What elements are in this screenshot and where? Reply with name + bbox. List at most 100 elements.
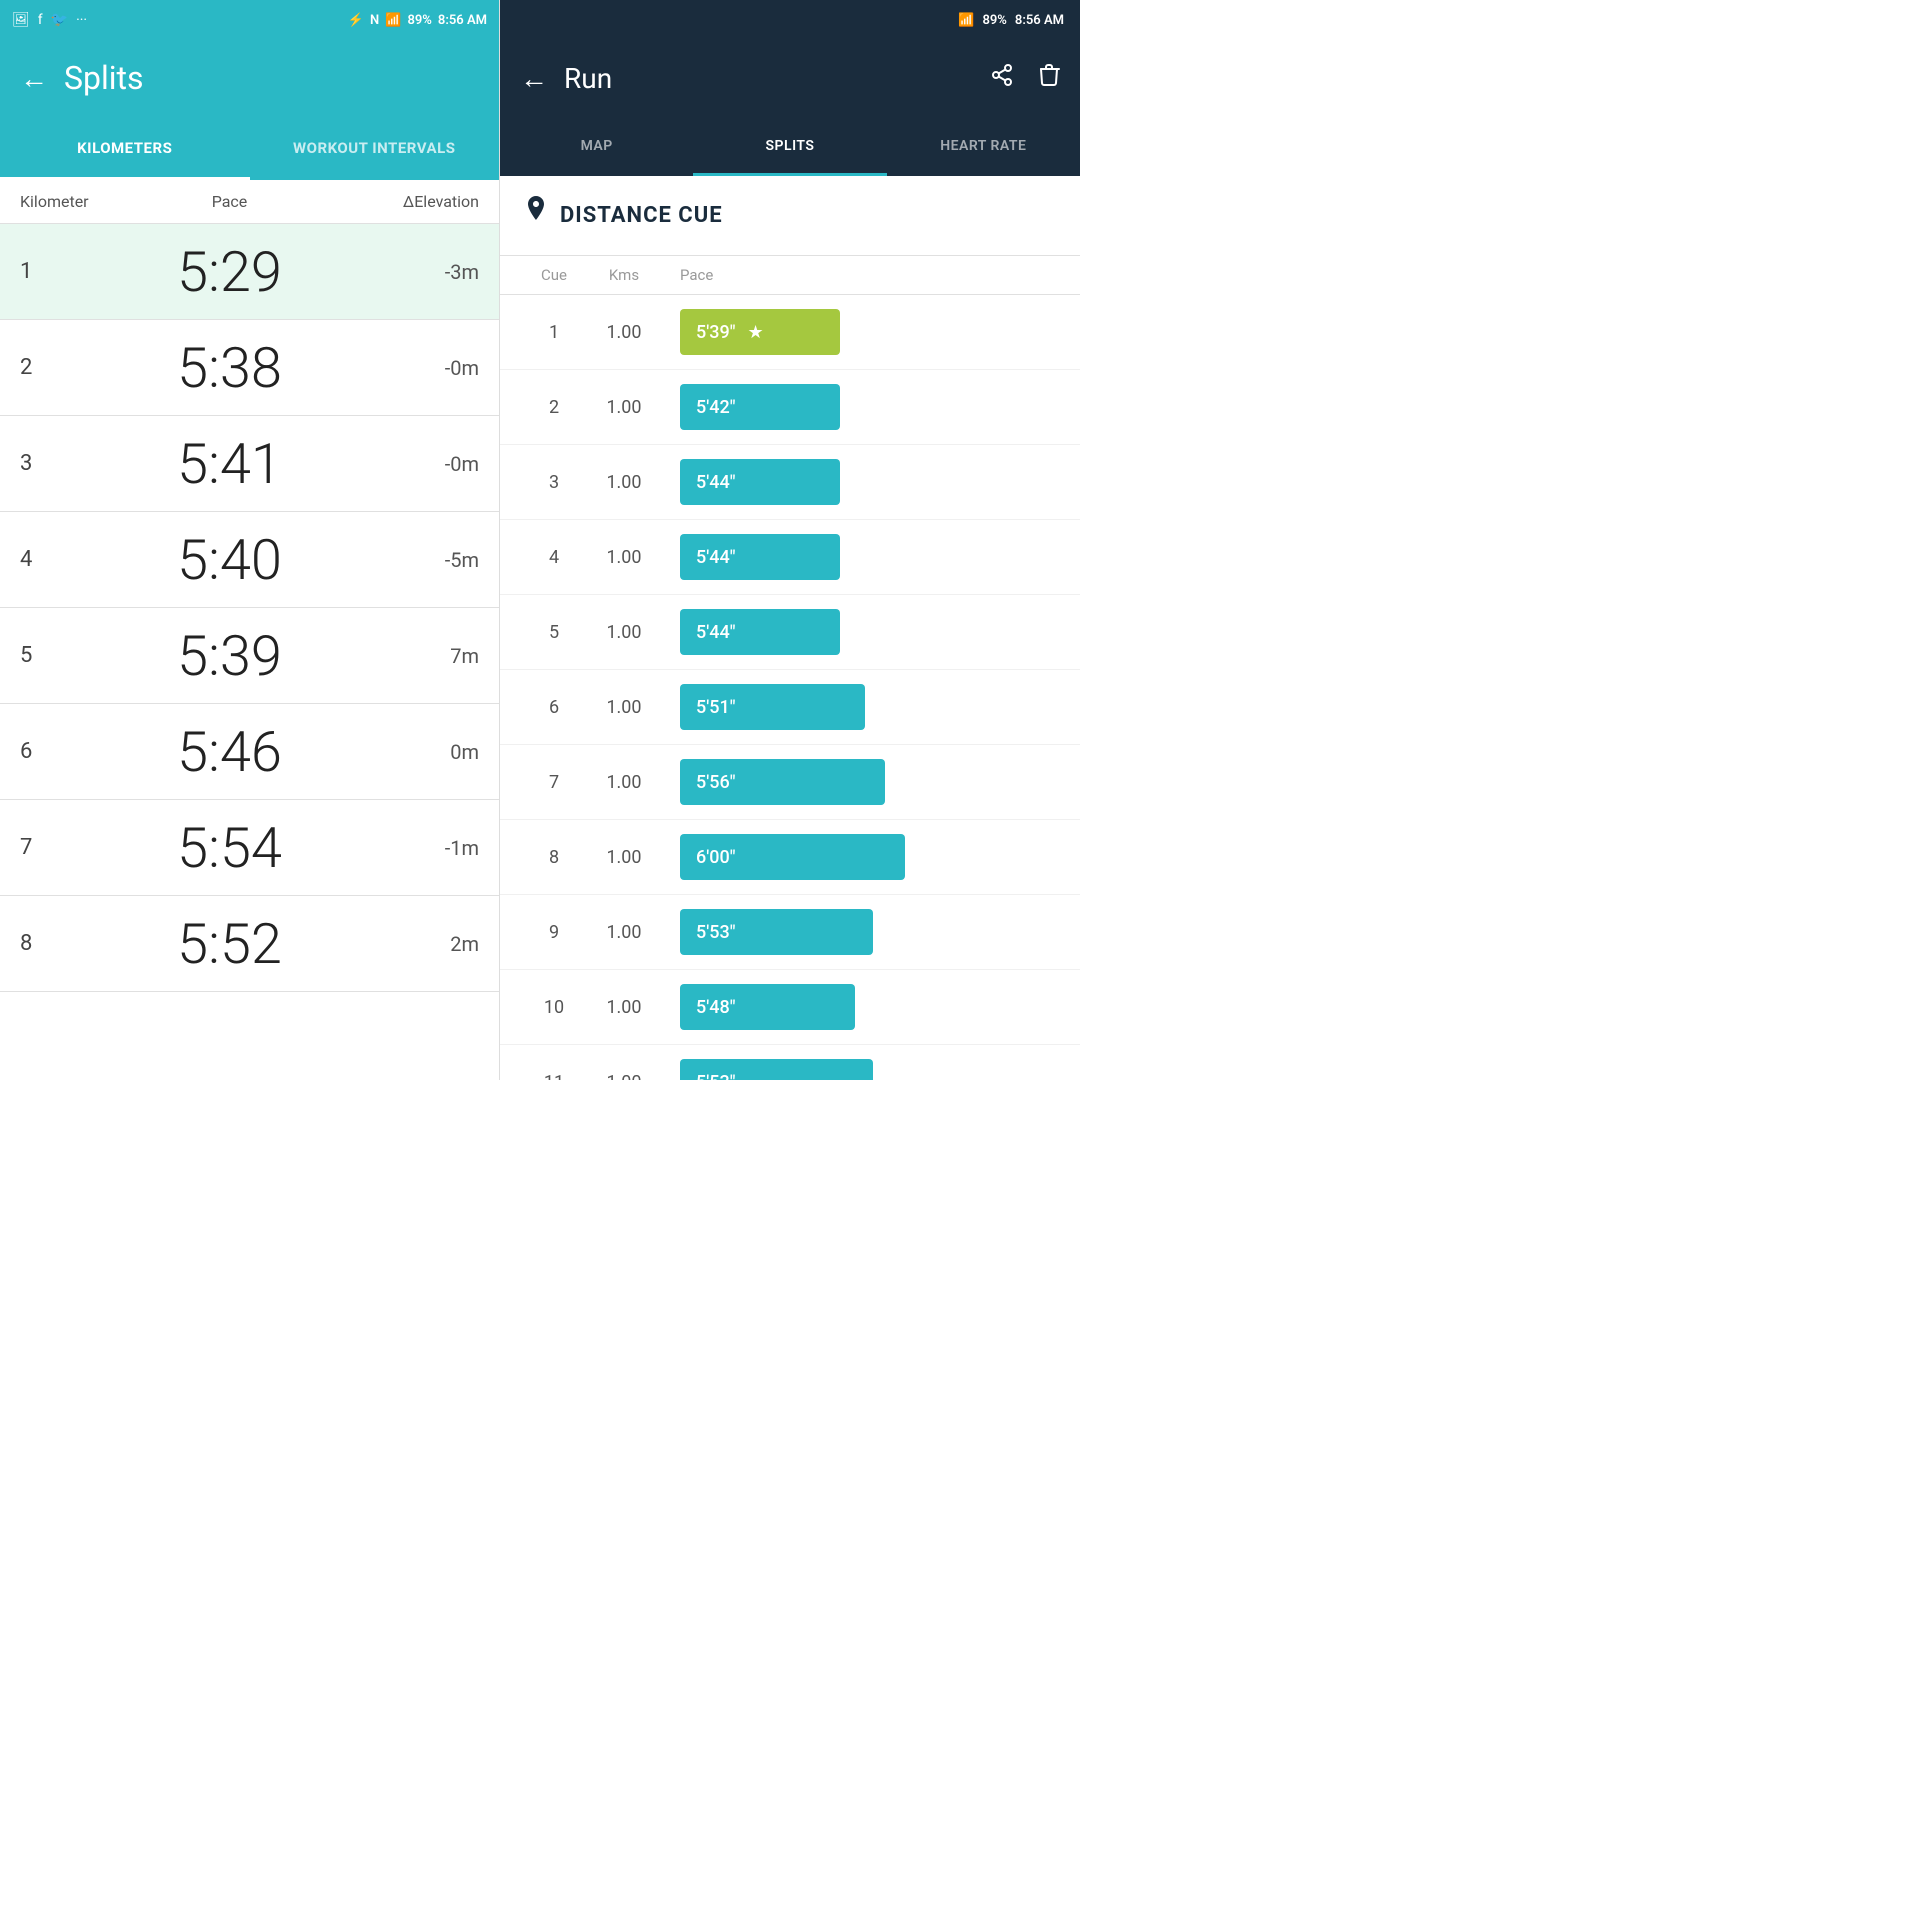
battery-text: 89% — [407, 13, 431, 28]
header-kilometer: Kilometer — [20, 192, 80, 211]
tab-kilometers[interactable]: KILOMETERS — [0, 116, 250, 180]
nfc-icon: N — [370, 13, 379, 28]
cue-table-header: Cue Kms Pace — [500, 256, 1080, 295]
split-km-8: 8 — [20, 931, 80, 956]
cue-num-9: 9 — [524, 922, 584, 943]
cue-kms-11: 1.00 — [584, 1072, 664, 1081]
pace-value-3: 5'44" — [680, 459, 840, 505]
cue-row-6: 6 1.00 5'51" — [500, 670, 1080, 745]
split-row-7: 7 5:54 -1m — [0, 800, 499, 896]
distance-cue-section: DISTANCE CUE — [500, 176, 1080, 256]
split-elev-6: 0m — [379, 740, 479, 764]
status-icons-left: 🖼 f 🐦 ··· — [12, 12, 87, 28]
pace-value-2: 5'42" — [680, 384, 840, 430]
right-panel: 📶 89% 8:56 AM ← Run — [500, 0, 1080, 1080]
splits-list: 1 5:29 -3m 2 5:38 -0m 3 5:41 -0m 4 5:40 … — [0, 224, 499, 1080]
pace-value-6: 5'51" — [680, 684, 865, 730]
cue-pace-bar-2: 5'42" — [664, 384, 1056, 430]
cue-kms-9: 1.00 — [584, 922, 664, 943]
cue-kms-7: 1.00 — [584, 772, 664, 793]
cue-num-4: 4 — [524, 547, 584, 568]
cue-kms-10: 1.00 — [584, 997, 664, 1018]
header-cue: Cue — [524, 266, 584, 284]
delete-icon[interactable] — [1038, 63, 1060, 93]
header-pace: Pace — [80, 192, 379, 211]
cue-pace-bar-3: 5'44" — [664, 459, 1056, 505]
status-right-left: ⚡ N 📶 89% 8:56 AM — [348, 13, 487, 28]
split-km-7: 7 — [20, 835, 80, 860]
location-pin-icon — [524, 196, 548, 235]
pace-value-11: 5'53" — [680, 1059, 873, 1080]
cue-num-6: 6 — [524, 697, 584, 718]
right-header-actions — [990, 63, 1060, 93]
split-row-1: 1 5:29 -3m — [0, 224, 499, 320]
cue-num-5: 5 — [524, 622, 584, 643]
split-km-6: 6 — [20, 739, 80, 764]
right-header: ← Run — [500, 40, 1080, 116]
cue-num-1: 1 — [524, 322, 584, 343]
distance-cue-title: DISTANCE CUE — [560, 203, 723, 228]
cue-pace-bar-1: 5'39" ★ — [664, 309, 1056, 355]
split-km-1: 1 — [20, 259, 80, 284]
back-button-right[interactable]: ← — [520, 62, 548, 95]
split-km-2: 2 — [20, 355, 80, 380]
signal-icon-right: 📶 — [958, 13, 974, 28]
tab-splits[interactable]: SPLITS — [693, 116, 886, 176]
pace-value-4: 5'44" — [680, 534, 840, 580]
tab-workout-intervals[interactable]: WORKOUT INTERVALS — [250, 116, 500, 180]
split-km-4: 4 — [20, 547, 80, 572]
splits-table-header: Kilometer Pace ΔElevation — [0, 180, 499, 224]
pace-value-7: 5'56" — [680, 759, 885, 805]
right-page-title: Run — [564, 62, 612, 95]
cue-row-5: 5 1.00 5'44" — [500, 595, 1080, 670]
wifi-icon: 📶 — [385, 13, 401, 28]
cue-pace-bar-8: 6'00" — [664, 834, 1056, 880]
facebook-icon: f — [38, 12, 43, 28]
time-right: 8:56 AM — [1015, 13, 1064, 28]
pace-value-5: 5'44" — [680, 609, 840, 655]
pace-value-10: 5'48" — [680, 984, 855, 1030]
cue-kms-2: 1.00 — [584, 397, 664, 418]
split-elev-8: 2m — [379, 932, 479, 956]
split-row-3: 3 5:41 -0m — [0, 416, 499, 512]
cue-row-1: 1 1.00 5'39" ★ — [500, 295, 1080, 370]
split-pace-3: 5:41 — [80, 431, 379, 497]
tab-heart-rate[interactable]: HEART RATE — [887, 116, 1080, 176]
cue-row-10: 10 1.00 5'48" — [500, 970, 1080, 1045]
tab-map[interactable]: MAP — [500, 116, 693, 176]
twitter-icon: 🐦 — [51, 12, 68, 28]
right-tabs: MAP SPLITS HEART RATE — [500, 116, 1080, 176]
split-elev-4: -5m — [379, 548, 479, 572]
cue-pace-bar-11: 5'53" — [664, 1059, 1056, 1080]
pace-value-1: 5'39" ★ — [680, 309, 840, 355]
cue-pace-bar-4: 5'44" — [664, 534, 1056, 580]
cue-kms-1: 1.00 — [584, 322, 664, 343]
star-icon: ★ — [747, 322, 763, 343]
split-row-5: 5 5:39 7m — [0, 608, 499, 704]
split-pace-4: 5:40 — [80, 527, 379, 593]
cue-num-7: 7 — [524, 772, 584, 793]
cue-row-7: 7 1.00 5'56" — [500, 745, 1080, 820]
header-pace-right: Pace — [664, 266, 1056, 284]
cue-row-3: 3 1.00 5'44" — [500, 445, 1080, 520]
status-bar-right: 📶 89% 8:56 AM — [500, 0, 1080, 40]
split-pace-8: 5:52 — [80, 911, 379, 977]
cue-pace-bar-5: 5'44" — [664, 609, 1056, 655]
time-text-left: 8:56 AM — [438, 13, 487, 28]
cue-row-2: 2 1.00 5'42" — [500, 370, 1080, 445]
share-icon[interactable] — [990, 63, 1014, 93]
cue-row-8: 8 1.00 6'00" — [500, 820, 1080, 895]
split-row-2: 2 5:38 -0m — [0, 320, 499, 416]
more-icon: ··· — [76, 12, 87, 28]
pace-value-8: 6'00" — [680, 834, 905, 880]
header-kms: Kms — [584, 266, 664, 284]
split-pace-6: 5:46 — [80, 719, 379, 785]
split-elev-5: 7m — [379, 644, 479, 668]
left-tabs: KILOMETERS WORKOUT INTERVALS — [0, 116, 499, 180]
back-button-left[interactable]: ← — [20, 62, 48, 95]
bluetooth-icon: ⚡ — [348, 13, 364, 28]
status-bar-left: 🖼 f 🐦 ··· ⚡ N 📶 89% 8:56 AM — [0, 0, 499, 40]
cue-num-8: 8 — [524, 847, 584, 868]
left-page-title: Splits — [64, 59, 144, 97]
cue-num-11: 11 — [524, 1072, 584, 1081]
